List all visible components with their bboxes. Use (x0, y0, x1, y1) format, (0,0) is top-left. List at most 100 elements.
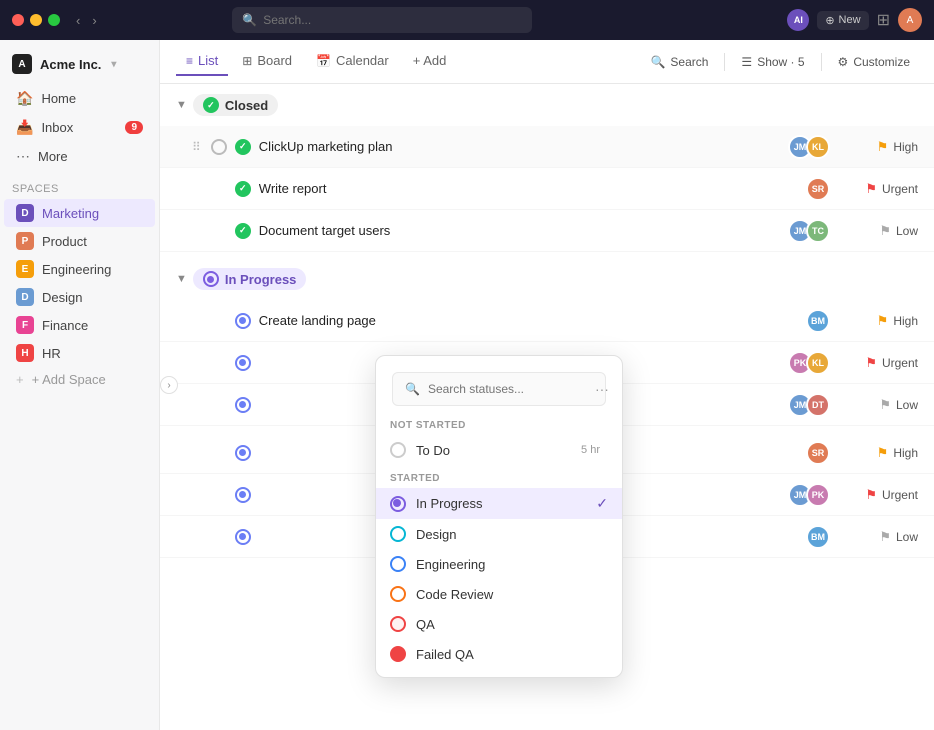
tab-calendar[interactable]: 📅 Calendar (306, 47, 399, 76)
engineering-status-icon (390, 556, 406, 572)
customize-button[interactable]: ⚙ Customize (830, 50, 918, 74)
sidebar-item-inbox[interactable]: 📥 Inbox 9 (4, 113, 155, 142)
view-tabs: ≡ List ⊞ Board 📅 Calendar + Add 🔍 Search (160, 40, 934, 84)
spaces-section-title: Spaces (0, 175, 159, 199)
grid-icon[interactable]: ⊞ (877, 10, 890, 30)
priority-label: High (893, 446, 918, 460)
sidebar-collapse-toggle[interactable]: › (160, 376, 178, 394)
plus-icon: + (16, 372, 24, 387)
status-item-failed-qa[interactable]: Failed QA (376, 639, 622, 669)
started-section-title: STARTED (376, 465, 622, 488)
priority-label: High (893, 140, 918, 154)
add-space-button[interactable]: + + Add Space (4, 367, 155, 392)
global-search-input[interactable] (263, 13, 522, 27)
priority-label: Low (896, 530, 918, 544)
avatar: DT (806, 393, 830, 417)
workspace-header[interactable]: A Acme Inc. ▾ (0, 48, 159, 80)
status-item-label: QA (416, 617, 435, 632)
flag-icon: ⚑ (877, 445, 889, 461)
sidebar-item-more[interactable]: ⋯ More (4, 142, 155, 171)
status-item-label: Engineering (416, 557, 485, 572)
flag-icon: ⚑ (865, 181, 877, 197)
status-item-qa[interactable]: QA (376, 609, 622, 639)
priority-badge: ⚑ High (838, 445, 918, 461)
space-dot-finance: F (16, 316, 34, 334)
space-item-product[interactable]: P Product (4, 227, 155, 255)
main-content: ≡ List ⊞ Board 📅 Calendar + Add 🔍 Search (160, 40, 934, 730)
status-item-todo[interactable]: To Do 5 hr (376, 435, 622, 465)
ai-badge[interactable]: AI (787, 9, 809, 31)
back-button[interactable]: ‹ (72, 11, 84, 30)
space-item-finance[interactable]: F Finance (4, 311, 155, 339)
group-header-in-progress[interactable]: ▼ In Progress (160, 258, 934, 300)
group-header-closed[interactable]: ▼ Closed (160, 84, 934, 126)
status-item-label: To Do (416, 443, 450, 458)
task-status-done (235, 223, 251, 239)
space-item-design[interactable]: D Design (4, 283, 155, 311)
global-search-bar[interactable]: 🔍 (232, 7, 532, 33)
close-dot[interactable] (12, 14, 24, 26)
sidebar: A Acme Inc. ▾ 🏠 Home 📥 Inbox 9 ⋯ More Sp… (0, 40, 160, 730)
flag-icon: ⚑ (865, 355, 877, 371)
status-item-label: Failed QA (416, 647, 474, 662)
flag-icon: ⚑ (879, 397, 891, 413)
avatar: SR (806, 177, 830, 201)
task-name: Document target users (259, 223, 786, 238)
group-label-in-progress: In Progress (225, 272, 297, 287)
priority-label: Urgent (882, 356, 918, 370)
space-item-marketing[interactable]: D Marketing (4, 199, 155, 227)
time-badge: 5 hr (581, 444, 600, 456)
chevron-down-icon: ▾ (111, 59, 116, 70)
space-label-hr: HR (42, 346, 61, 361)
sidebar-item-home[interactable]: 🏠 Home (4, 84, 155, 113)
minimize-dot[interactable] (30, 14, 42, 26)
space-item-engineering[interactable]: E Engineering (4, 255, 155, 283)
status-pill-in-progress: In Progress (193, 268, 307, 290)
table-row[interactable]: ⠿ Write report SR ⚑ Urgent (160, 168, 934, 210)
check-icon: ✓ (596, 495, 608, 512)
forward-button[interactable]: › (88, 11, 100, 30)
add-view-label: + Add (413, 53, 447, 68)
search-button[interactable]: 🔍 Search (642, 50, 716, 74)
workspace-icon: A (12, 54, 32, 74)
avatar: SR (806, 441, 830, 465)
maximize-dot[interactable] (48, 14, 60, 26)
status-item-code-review[interactable]: Code Review (376, 579, 622, 609)
status-item-in-progress[interactable]: In Progress ✓ (376, 488, 622, 519)
dropdown-menu-button[interactable]: ··· (591, 379, 613, 399)
tab-calendar-label: Calendar (336, 53, 389, 68)
space-item-hr[interactable]: H HR (4, 339, 155, 367)
tab-board[interactable]: ⊞ Board (232, 47, 302, 76)
add-view-button[interactable]: + Add (403, 47, 457, 76)
new-button[interactable]: ⊕ New (817, 11, 868, 30)
show-icon: ☰ (741, 55, 752, 69)
status-item-engineering[interactable]: Engineering (376, 549, 622, 579)
priority-label: High (893, 314, 918, 328)
priority-label: Urgent (882, 488, 918, 502)
status-item-design[interactable]: Design (376, 519, 622, 549)
priority-badge: ⚑ Low (838, 223, 918, 239)
table-row[interactable]: ⠿ Create landing page BM ⚑ High (160, 300, 934, 342)
priority-label: Low (896, 224, 918, 238)
tab-list[interactable]: ≡ List (176, 47, 228, 76)
show-button[interactable]: ☰ Show · 5 (733, 50, 812, 74)
priority-label: Low (896, 398, 918, 412)
task-checkbox[interactable] (211, 139, 227, 155)
priority-badge: ⚑ Urgent (838, 487, 918, 503)
table-row[interactable]: ⠿ Document target users JM TC ⚑ Low (160, 210, 934, 252)
chevron-down-icon: ▼ (176, 99, 187, 111)
chevron-down-icon: ▼ (176, 273, 187, 285)
status-search-input[interactable] (428, 382, 583, 396)
status-search-bar[interactable]: 🔍 ··· (392, 372, 606, 406)
table-row[interactable]: ⠿ ClickUp marketing plan JM KL ⚑ High (160, 126, 934, 168)
tab-board-label: Board (257, 53, 292, 68)
status-item-label: In Progress (416, 496, 482, 511)
sidebar-item-label: Inbox (41, 120, 73, 135)
task-name: Write report (259, 181, 804, 196)
home-icon: 🏠 (16, 90, 33, 107)
priority-badge: ⚑ Urgent (838, 355, 918, 371)
list-icon: ≡ (186, 54, 193, 68)
titlebar: ‹ › 🔍 AI ⊕ New ⊞ A (0, 0, 934, 40)
user-avatar[interactable]: A (898, 8, 922, 32)
task-status-in-progress (235, 487, 251, 503)
